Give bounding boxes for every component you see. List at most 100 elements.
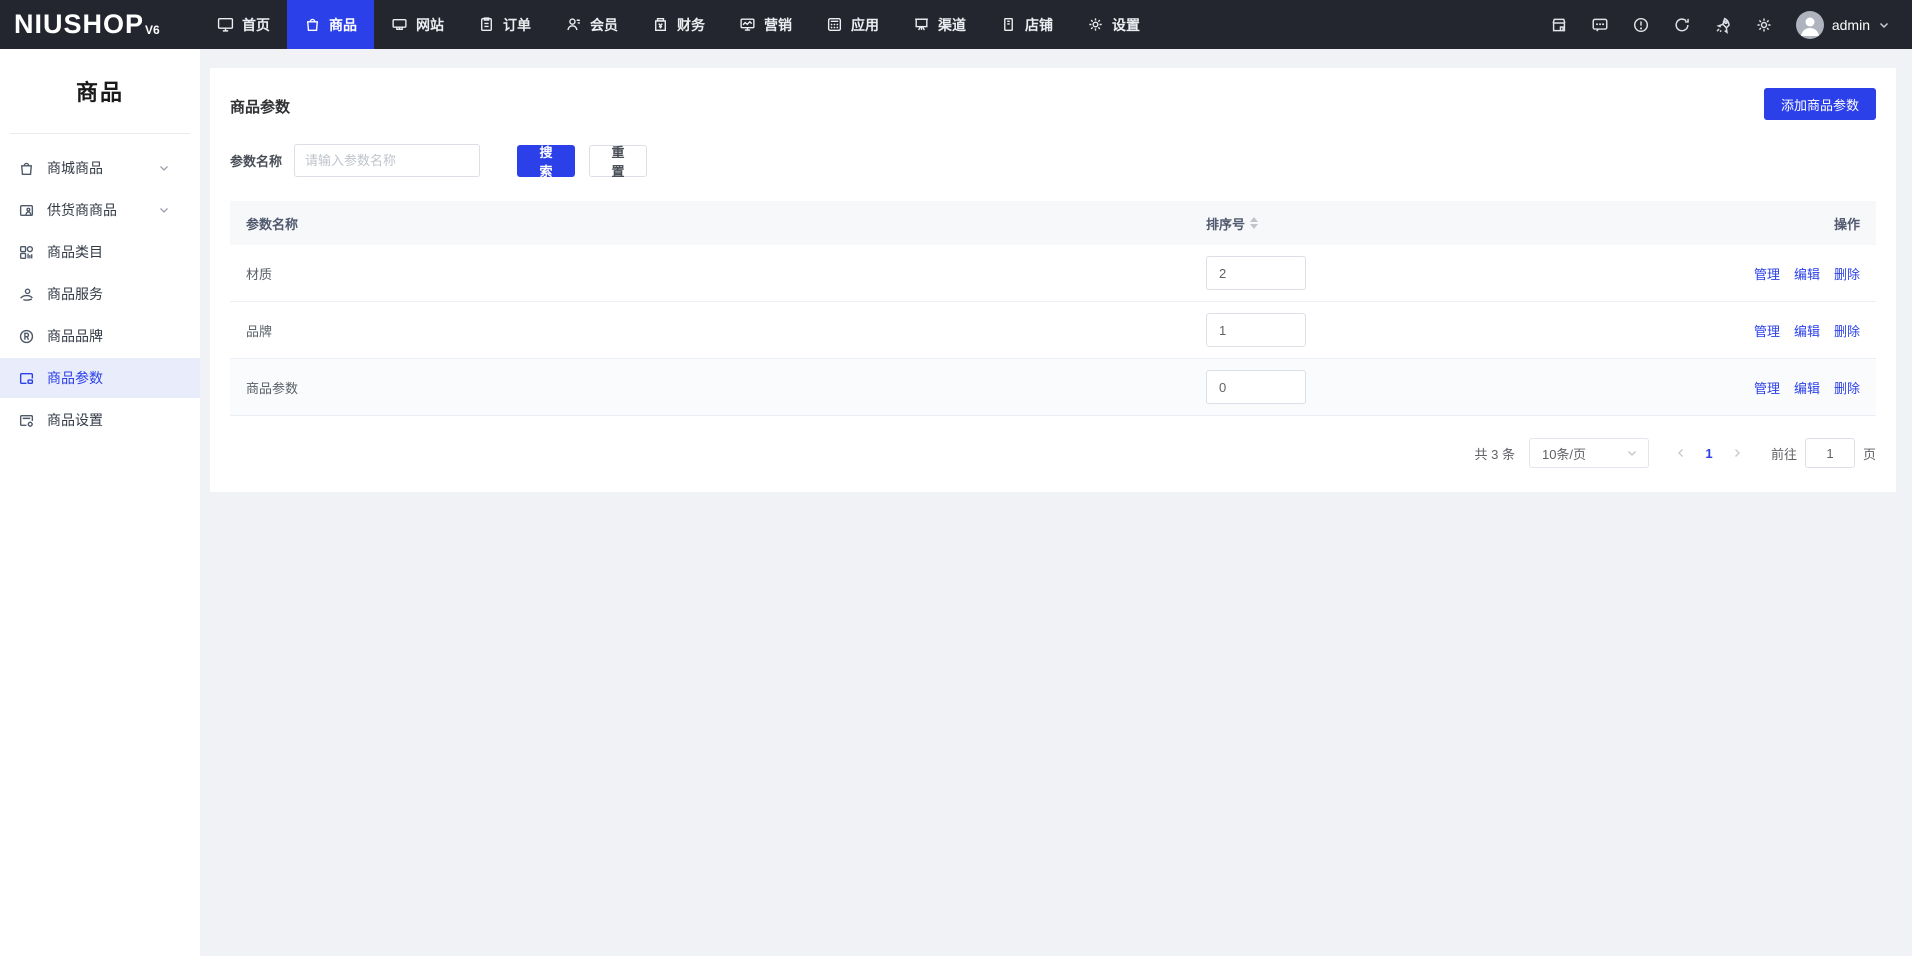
nav-item-store[interactable]: 店铺 [983,0,1070,49]
nav-item-label: 会员 [590,16,618,33]
main-nav: 首页 商品 网站 订单 会员 财务 营销 应用 渠道 店铺 设置 [200,0,1157,49]
apps-calculator-icon [827,17,842,32]
sidebar-item-goods-settings[interactable]: 商品设置 [0,400,200,440]
refresh-icon[interactable] [1673,16,1691,34]
sidebar-item-mall-goods[interactable]: 商城商品 [0,148,200,188]
chevron-down-icon [160,166,168,171]
sort-number-input[interactable] [1206,370,1306,404]
column-header-name: 参数名称 [246,216,299,232]
prev-page-button[interactable] [1667,438,1695,468]
nav-item-goods[interactable]: 商品 [287,0,374,49]
goods-settings-icon [19,414,34,427]
sidebar-item-goods-category[interactable]: 商品类目 [0,232,200,272]
param-name-input[interactable] [294,144,481,177]
sort-number-input[interactable] [1206,313,1306,347]
manage-link[interactable]: 管理 [1754,264,1780,283]
app-logo[interactable]: NIUSHOP V6 [0,0,200,49]
order-clipboard-icon [481,17,492,32]
rocket-icon[interactable] [1714,16,1732,34]
top-navbar: NIUSHOP V6 首页 商品 网站 订单 会员 财务 营销 应用 渠道 店铺… [0,0,1912,49]
page-title: 商品参数 [230,99,291,116]
gear-icon[interactable] [1755,16,1773,34]
goto-label: 前往 [1770,446,1797,462]
nav-item-label: 商品 [329,16,357,33]
pagination: 共 3 条 10条/页 1 前往 页 [230,438,1876,468]
logo-text: NIUSHOP [14,9,145,39]
sort-caret-icon [1250,217,1259,229]
marketing-chart-icon [740,18,755,31]
brand-r-icon [19,329,34,343]
sidebar-item-goods-brand[interactable]: 商品品牌 [0,316,200,356]
user-menu[interactable]: admin [1795,10,1890,39]
finance-bag-icon [655,17,666,32]
sidebar-title: 商品 [75,80,124,105]
sidebar-item-label: 商品品牌 [47,328,103,344]
nav-item-label: 渠道 [938,16,966,33]
page-size-select[interactable]: 10条/页 [1528,438,1649,468]
sidebar-item-goods-params[interactable]: 商品参数 [0,358,200,398]
sort-number-input[interactable] [1206,256,1306,290]
nav-item-channels[interactable]: 渠道 [896,0,983,49]
service-icon [20,287,33,301]
nav-item-label: 应用 [851,16,879,33]
add-goods-param-button[interactable]: 添加商品参数 [1763,88,1876,120]
sort-ascending-icon[interactable] [1250,217,1259,222]
nav-item-home[interactable]: 首页 [200,0,287,49]
nav-item-marketing[interactable]: 营销 [722,0,809,49]
table-header-row: 参数名称 排序号 操作 [230,201,1876,245]
nav-item-apps[interactable]: 应用 [809,0,896,49]
nav-item-label: 营销 [764,16,792,33]
chevron-down-icon [160,208,168,213]
delete-link[interactable]: 删除 [1834,264,1860,283]
member-icon [567,18,580,31]
params-card-icon [19,372,34,384]
reset-button[interactable]: 重置 [589,144,648,179]
sidebar-item-supplier-goods[interactable]: 供货商商品 [0,190,200,230]
goods-bag-icon [306,18,319,32]
sidebar-item-label: 商城商品 [47,160,103,176]
goto-page-input[interactable] [1804,438,1855,468]
sidebar-item-label: 商品服务 [47,286,103,302]
next-page-button[interactable] [1723,438,1751,468]
manage-link[interactable]: 管理 [1754,378,1780,397]
edit-link[interactable]: 编辑 [1794,378,1820,397]
edit-link[interactable]: 编辑 [1794,321,1820,340]
nav-item-label: 设置 [1112,16,1140,33]
nav-item-label: 首页 [242,16,270,33]
pagination-total: 共 3 条 [1474,446,1515,462]
nav-item-settings[interactable]: 设置 [1070,0,1157,49]
info-icon[interactable] [1632,16,1650,34]
delete-link[interactable]: 删除 [1834,321,1860,340]
chevron-right-icon [1734,449,1740,457]
main-content: 商品参数 添加商品参数 参数名称 搜索 重置 参数名称 排序号 [200,49,1912,956]
page-number-1[interactable]: 1 [1695,438,1723,468]
column-header-actions: 操作 [1833,216,1860,232]
nav-item-label: 店铺 [1025,16,1053,33]
sidebar-item-label: 供货商商品 [47,202,117,218]
table-row: 品牌 管理 编辑 删除 [230,302,1876,359]
sidebar-divider [10,133,190,134]
nav-item-website[interactable]: 网站 [374,0,461,49]
sidebar-item-label: 商品类目 [47,244,103,260]
sidebar-item-label: 商品设置 [47,412,103,428]
param-name-cell: 材质 [246,266,273,282]
nav-item-orders[interactable]: 订单 [461,0,548,49]
sidebar-item-label: 商品参数 [47,370,103,386]
nav-item-finance[interactable]: 财务 [635,0,722,49]
manage-link[interactable]: 管理 [1754,321,1780,340]
chevron-left-icon [1677,449,1683,457]
edit-link[interactable]: 编辑 [1794,264,1820,283]
message-icon[interactable] [1591,16,1609,34]
chevron-down-icon [1628,451,1636,456]
nav-item-members[interactable]: 会员 [548,0,635,49]
storefront-icon[interactable] [1550,16,1568,34]
search-button[interactable]: 搜索 [517,144,576,179]
delete-link[interactable]: 删除 [1834,378,1860,397]
sort-descending-icon[interactable] [1250,224,1259,229]
channel-board-icon [915,18,928,31]
chevron-down-icon [1880,22,1888,28]
logo-version: V6 [145,22,160,37]
sidebar-item-goods-service[interactable]: 商品服务 [0,274,200,314]
settings-gear-icon [1089,18,1102,31]
column-header-sort[interactable]: 排序号 [1206,214,1259,233]
